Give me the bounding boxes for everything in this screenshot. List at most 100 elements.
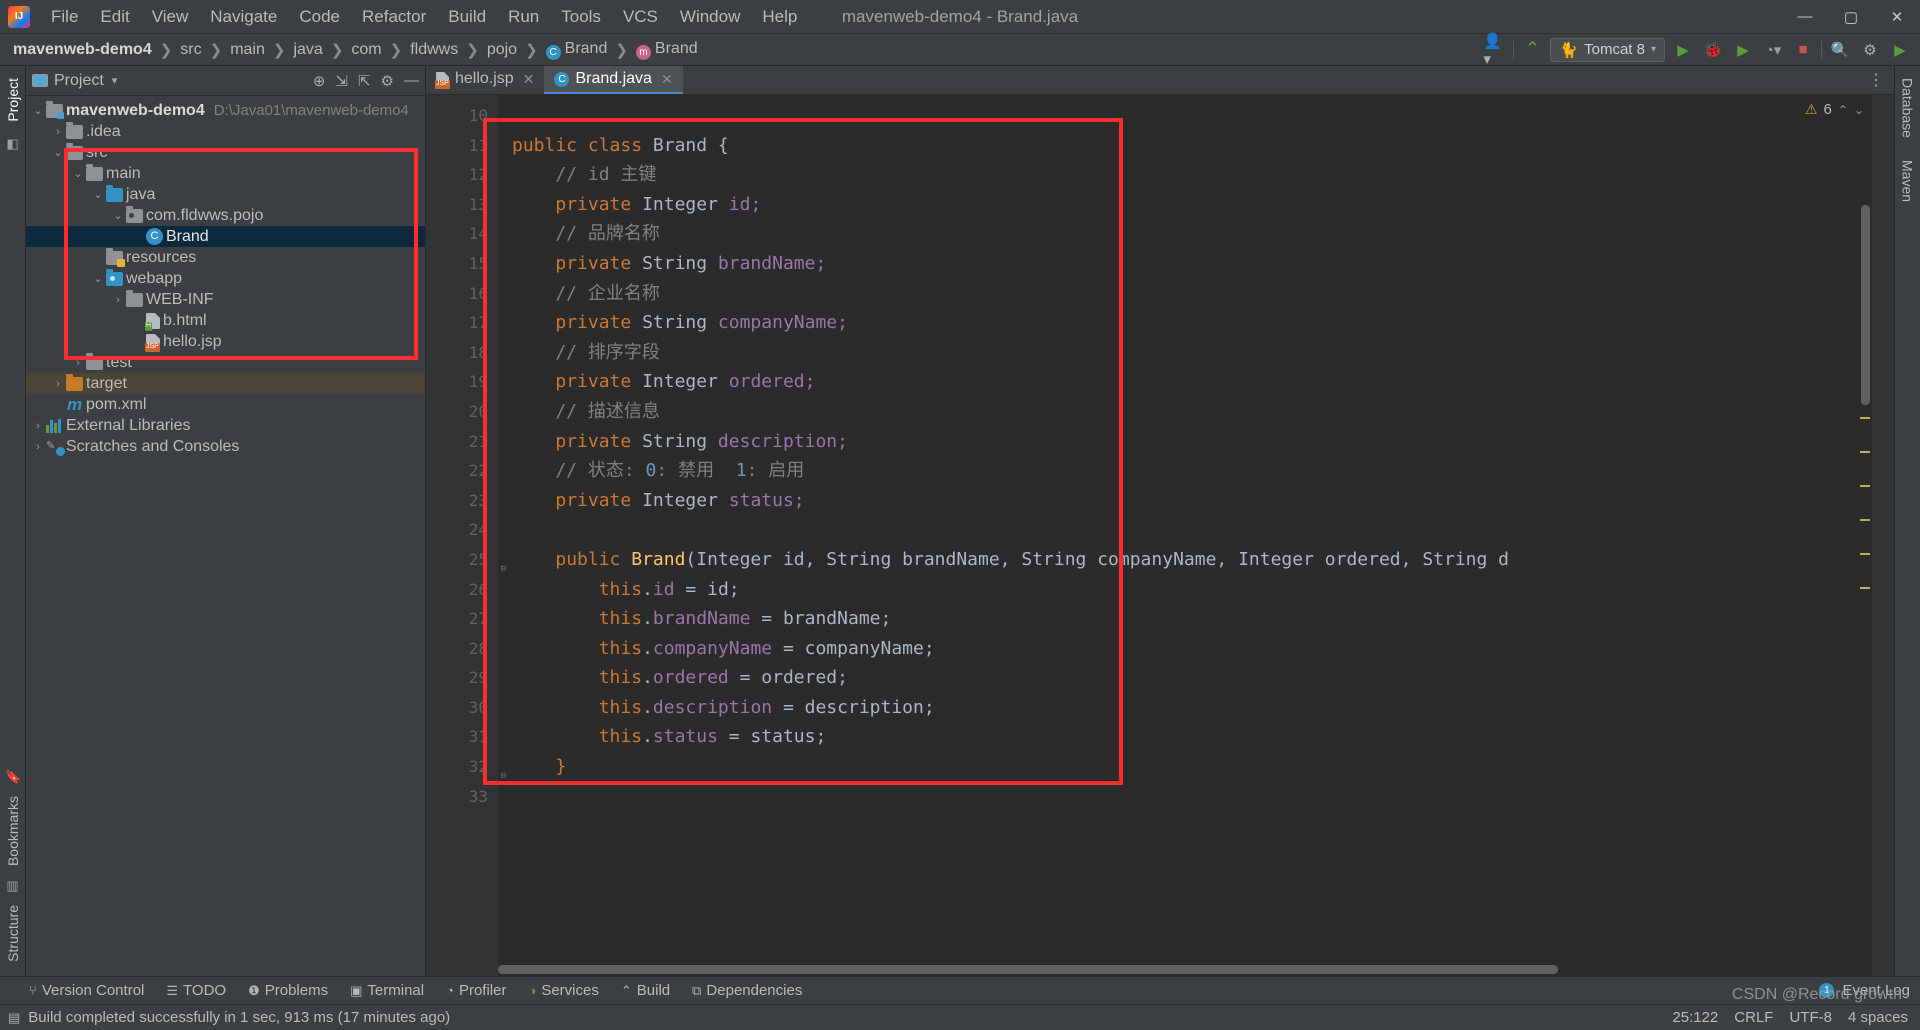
- tree-node-web-inf[interactable]: › WEB-INF: [26, 289, 425, 310]
- code-content[interactable]: public class Brand { // id 主键 private In…: [498, 95, 1894, 976]
- profiler-icon[interactable]: ◔▾: [1761, 38, 1785, 62]
- commit-icon[interactable]: ◧: [5, 136, 20, 151]
- breadcrumb-item-method[interactable]: m Brand: [631, 38, 703, 62]
- tree-node-b-html[interactable]: › H b.html: [26, 310, 425, 331]
- tree-node-package[interactable]: ⌄ com.fldwws.pojo: [26, 205, 425, 226]
- menu-item-run[interactable]: Run: [497, 3, 550, 31]
- chevron-down-icon[interactable]: ⌄: [90, 272, 106, 285]
- stop-icon[interactable]: ■: [1791, 38, 1815, 62]
- settings-icon[interactable]: ⚙: [381, 72, 394, 90]
- menu-item-refactor[interactable]: Refactor: [351, 3, 437, 31]
- tree-node-mavenweb-demo4[interactable]: ⌄ mavenweb-demo4 D:\Java01\mavenweb-demo…: [26, 100, 425, 121]
- chevron-right-icon[interactable]: ›: [30, 420, 46, 432]
- menu-item-tools[interactable]: Tools: [550, 3, 612, 31]
- tree-node-brand-class[interactable]: › C Brand: [26, 226, 425, 247]
- menu-item-help[interactable]: Help: [751, 3, 808, 31]
- tool-button-build[interactable]: ⌃ Build: [610, 979, 681, 1002]
- rail-item-maven[interactable]: Maven: [1900, 154, 1916, 208]
- breadcrumb-item-main[interactable]: main: [225, 39, 270, 61]
- menu-item-window[interactable]: Window: [669, 3, 751, 31]
- tree-node-test[interactable]: › test: [26, 352, 425, 373]
- rail-item-project[interactable]: Project: [5, 72, 21, 128]
- user-icon[interactable]: 👤▾: [1483, 33, 1507, 68]
- breadcrumb-item-src[interactable]: src: [175, 39, 206, 61]
- editor-marker-strip[interactable]: [1872, 95, 1894, 976]
- rail-item-structure[interactable]: Structure: [5, 899, 21, 968]
- breadcrumb-item-project[interactable]: mavenweb-demo4: [8, 39, 157, 61]
- vertical-scrollbar[interactable]: [1861, 205, 1870, 405]
- tool-button-dependencies[interactable]: ⧉ Dependencies: [681, 979, 813, 1002]
- chevron-right-icon[interactable]: ›: [30, 441, 46, 453]
- hide-icon[interactable]: —: [404, 72, 419, 89]
- chevron-down-icon[interactable]: ⌄: [50, 146, 66, 159]
- menu-item-navigate[interactable]: Navigate: [199, 3, 288, 31]
- tree-node-scratches-and-consoles[interactable]: › ✎ Scratches and Consoles: [26, 436, 425, 457]
- tree-node-idea[interactable]: › .idea: [26, 121, 425, 142]
- tree-node-main[interactable]: ⌄ main: [26, 163, 425, 184]
- minimize-button[interactable]: —: [1782, 0, 1828, 34]
- run-coverage-icon[interactable]: ▶: [1731, 38, 1755, 62]
- menu-item-edit[interactable]: Edit: [89, 3, 140, 31]
- chevron-down-icon[interactable]: ⌄: [30, 104, 46, 117]
- editor-tab-hello-jsp[interactable]: JSP hello.jsp ✕: [426, 66, 544, 94]
- breadcrumb-item-class[interactable]: C Brand: [541, 38, 613, 62]
- tree-node-external-libraries[interactable]: › External Libraries: [26, 415, 425, 436]
- locate-icon[interactable]: ⊕: [313, 72, 326, 90]
- breadcrumb-item-com[interactable]: com: [346, 39, 386, 61]
- rail-item-database[interactable]: Database: [1900, 72, 1916, 144]
- horizontal-scrollbar[interactable]: [498, 965, 1558, 974]
- menu-item-vcs[interactable]: VCS: [612, 3, 669, 31]
- tree-node-webapp[interactable]: ⌄ webapp: [26, 268, 425, 289]
- debug-icon[interactable]: 🐞: [1701, 38, 1725, 62]
- line-separator[interactable]: CRLF: [1734, 1009, 1773, 1026]
- tool-button-problems[interactable]: ❶ Problems: [237, 979, 339, 1002]
- close-button[interactable]: ✕: [1874, 0, 1920, 34]
- chevron-right-icon[interactable]: ›: [70, 357, 86, 369]
- update-icon[interactable]: ▶: [1888, 38, 1912, 62]
- close-icon[interactable]: ✕: [661, 71, 673, 88]
- chevron-right-icon[interactable]: ›: [50, 126, 66, 138]
- tree-node-resources[interactable]: › resources: [26, 247, 425, 268]
- close-icon[interactable]: ✕: [523, 71, 535, 88]
- breadcrumb-item-pojo[interactable]: pojo: [482, 39, 522, 61]
- code-editor[interactable]: 10 11 12 13 14 15 16 17 18 19 20 21 22 2…: [426, 95, 1894, 976]
- inspection-status[interactable]: ⚠ 6 ⌃ ⌄: [1805, 101, 1864, 118]
- caret-position[interactable]: 25:122: [1672, 1009, 1718, 1026]
- chevron-right-icon[interactable]: ›: [50, 378, 66, 390]
- maximize-button[interactable]: ▢: [1828, 0, 1874, 34]
- rail-item-bookmarks[interactable]: Bookmarks: [5, 790, 21, 872]
- expand-all-icon[interactable]: ⇲: [335, 72, 348, 90]
- editor-options-icon[interactable]: ⋮: [1858, 66, 1894, 94]
- chevron-up-icon[interactable]: ⌃: [1838, 103, 1848, 117]
- menu-item-view[interactable]: View: [141, 3, 200, 31]
- search-icon[interactable]: 🔍: [1828, 38, 1852, 62]
- breadcrumb-item-java[interactable]: java: [288, 39, 327, 61]
- tool-button-profiler[interactable]: ◔ Profiler: [435, 979, 517, 1002]
- tree-node-java[interactable]: ⌄ java: [26, 184, 425, 205]
- tree-node-hello-jsp[interactable]: › JSP hello.jsp: [26, 331, 425, 352]
- tool-button-todo[interactable]: ☰ TODO: [155, 979, 237, 1002]
- gear-icon[interactable]: ⚙: [1858, 38, 1882, 62]
- editor-tab-brand-java[interactable]: C Brand.java ✕: [544, 66, 683, 94]
- menu-item-build[interactable]: Build: [437, 3, 497, 31]
- tool-button-version-control[interactable]: ⑂ Version Control: [18, 979, 155, 1002]
- breadcrumb-item-fldwws[interactable]: fldwws: [405, 39, 463, 61]
- chevron-down-icon[interactable]: ⌄: [70, 167, 86, 180]
- tool-button-terminal[interactable]: ▣ Terminal: [339, 979, 435, 1002]
- build-icon[interactable]: ⌃: [1520, 38, 1544, 62]
- tool-button-services[interactable]: ◑ Services: [517, 979, 609, 1002]
- collapse-all-icon[interactable]: ⇱: [358, 72, 371, 90]
- menu-item-file[interactable]: File: [40, 3, 89, 31]
- menu-item-code[interactable]: Code: [288, 3, 351, 31]
- tree-node-pom-xml[interactable]: › m pom.xml: [26, 394, 425, 415]
- tree-node-target[interactable]: › target: [26, 373, 425, 394]
- chevron-down-icon[interactable]: ⌄: [110, 209, 126, 222]
- chevron-right-icon[interactable]: ›: [110, 294, 126, 306]
- chevron-down-icon[interactable]: ⌄: [1854, 103, 1864, 117]
- file-encoding[interactable]: UTF-8: [1789, 1009, 1832, 1026]
- indent-setting[interactable]: 4 spaces: [1848, 1009, 1908, 1026]
- run-configuration-selector[interactable]: 🐈 Tomcat 8 ▾: [1550, 37, 1665, 62]
- chevron-down-icon[interactable]: ⌄: [90, 188, 106, 201]
- tree-node-src[interactable]: ⌄ src: [26, 142, 425, 163]
- run-icon[interactable]: ▶: [1671, 38, 1695, 62]
